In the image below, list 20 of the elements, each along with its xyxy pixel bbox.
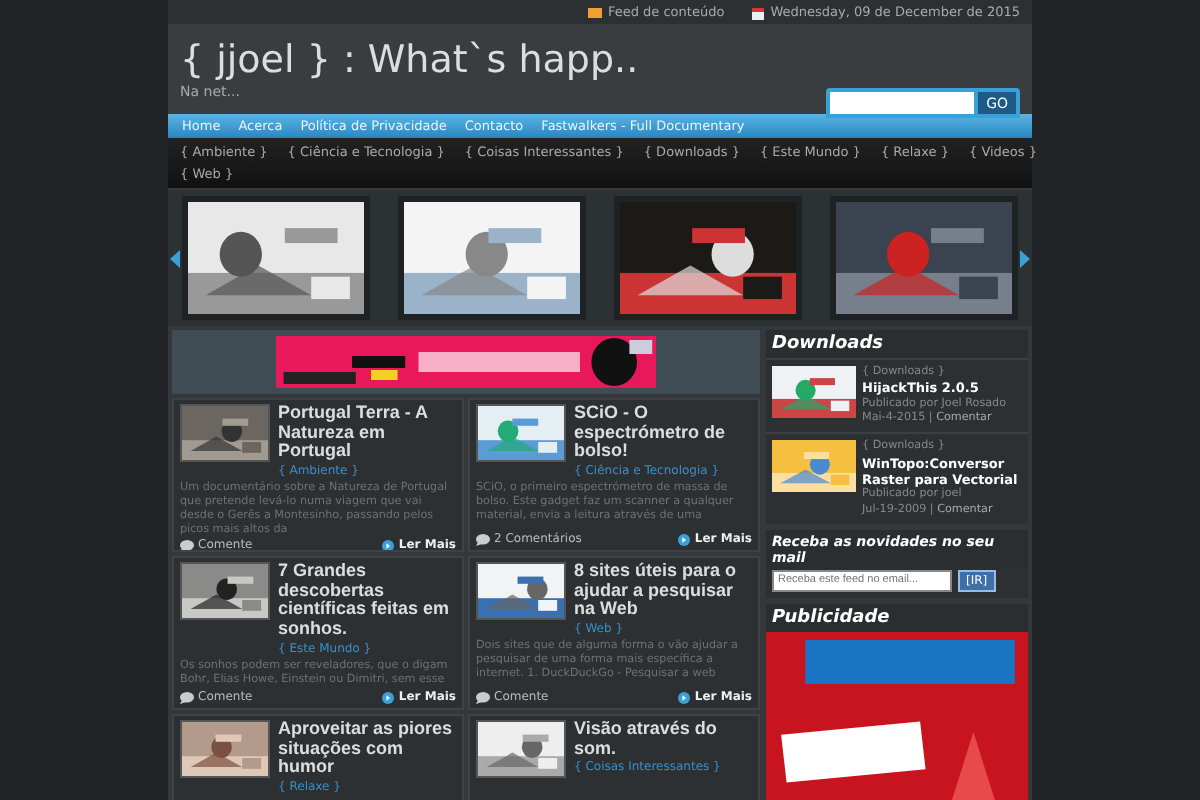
site-title[interactable]: { jjoel } : What`s happ.. — [180, 24, 1020, 82]
feed-icon — [587, 7, 602, 17]
speech-bubble-icon — [180, 691, 194, 703]
previous-arrow-icon[interactable] — [170, 249, 180, 267]
post-title[interactable]: 7 Grandes descobertas científicas feitas em sonhos. — [278, 562, 456, 640]
arrow-circle-icon — [382, 691, 395, 703]
post-title[interactable]: Visão através do som. — [574, 720, 752, 759]
arrow-circle-icon — [382, 539, 395, 550]
arrow-circle-icon — [678, 691, 691, 703]
post-title[interactable]: SCiO - O espectrómetro de bolso! — [574, 404, 752, 463]
speech-bubble-icon — [476, 533, 490, 545]
speech-bubble-icon — [476, 691, 490, 703]
search-field[interactable] — [830, 92, 975, 114]
post-title[interactable]: Portugal Terra - A Natureza em Portugal — [278, 404, 456, 463]
post-title[interactable]: 8 sites úteis para o ajudar a pesquisar na Web — [574, 562, 752, 621]
calendar-icon — [752, 5, 765, 19]
next-arrow-icon[interactable] — [1020, 249, 1030, 267]
post-title[interactable]: Aproveitar as piores situações com humor — [278, 720, 456, 779]
speech-bubble-icon — [180, 539, 194, 550]
arrow-circle-icon — [678, 533, 691, 545]
